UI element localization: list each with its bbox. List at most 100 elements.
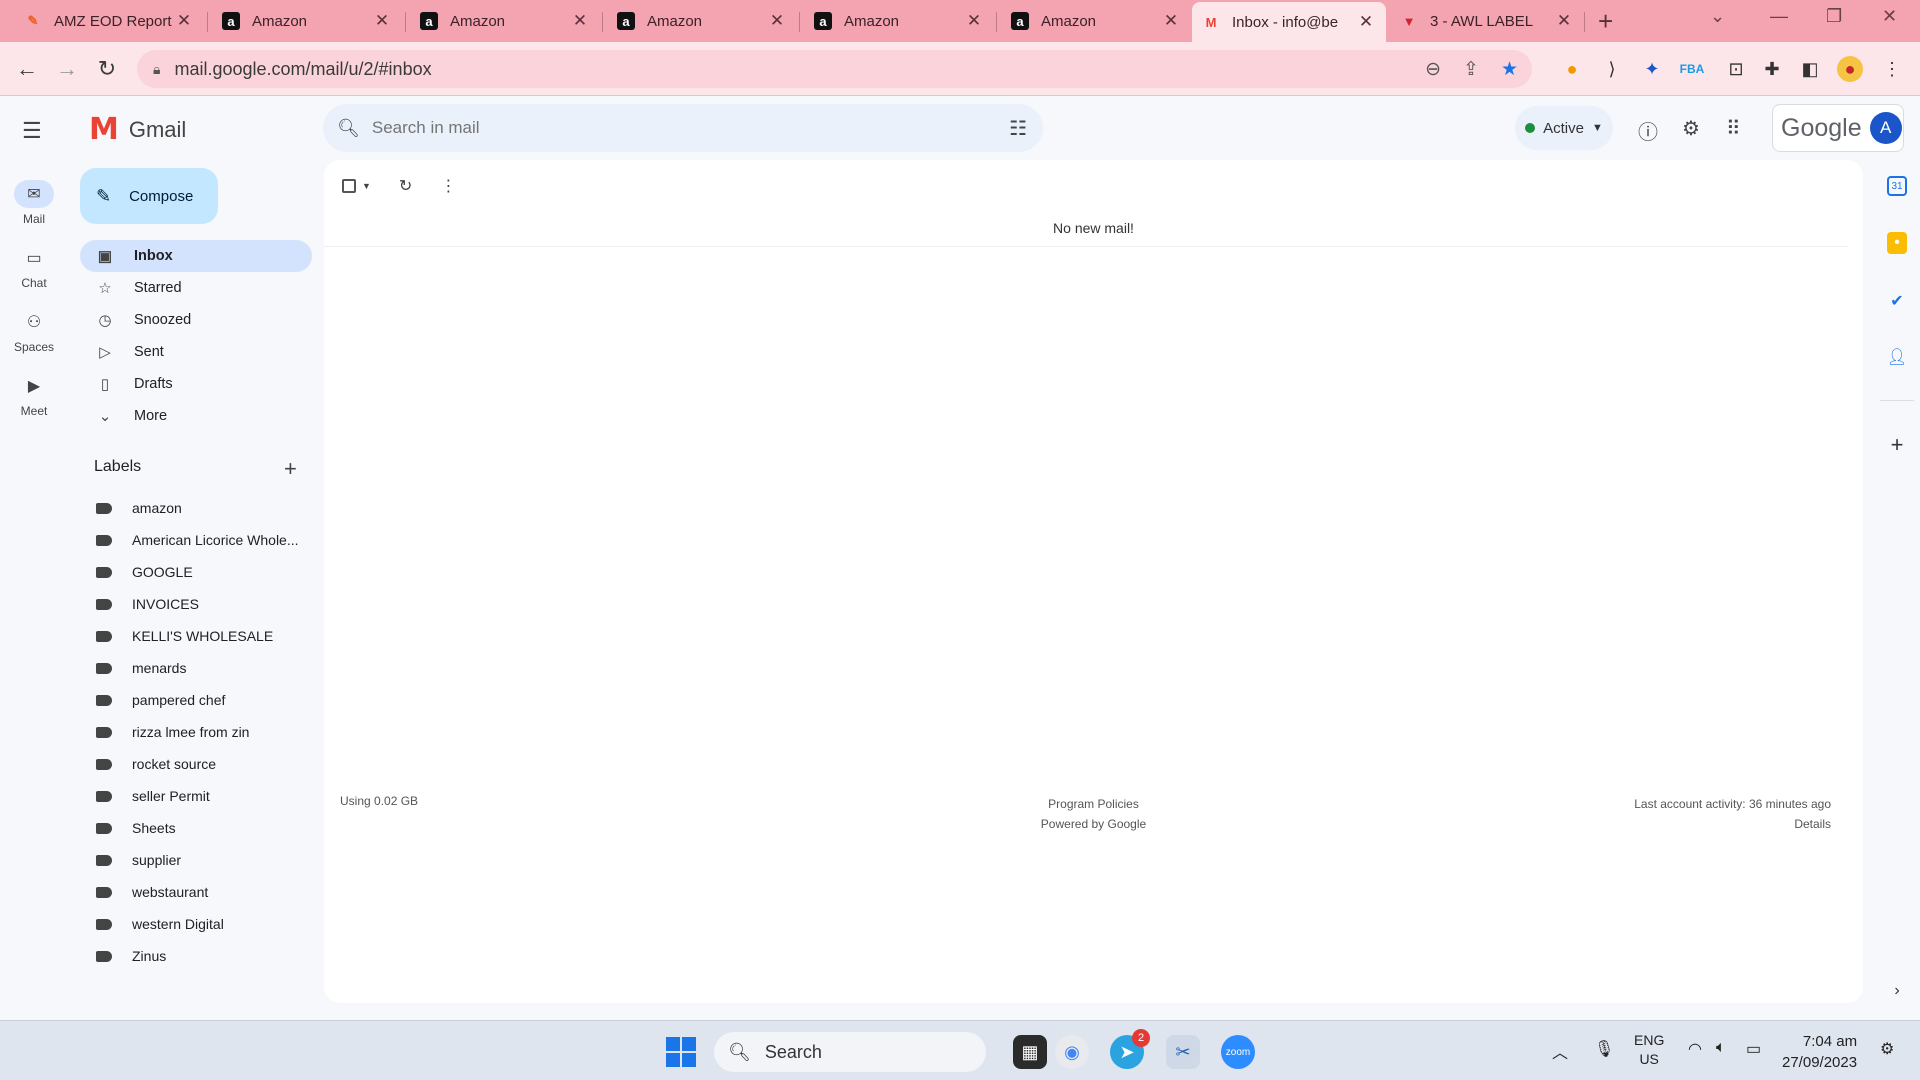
language-indicator[interactable]: ENG US — [1634, 1031, 1664, 1069]
close-tab-icon[interactable]: ✕ — [1356, 12, 1376, 32]
zoom-icon[interactable]: ⊖ — [1425, 58, 1441, 81]
battery-icon[interactable]: ▭ — [1746, 1039, 1761, 1059]
extension-icon[interactable]: ⟩ — [1599, 56, 1625, 82]
rail-mail[interactable]: ✉ Mail — [0, 180, 68, 226]
calendar-icon[interactable]: 31 — [1887, 176, 1907, 196]
windows-start-icon[interactable] — [666, 1037, 696, 1067]
search-options-icon[interactable]: ☷ — [1009, 116, 1027, 141]
label-item[interactable]: American Licorice Whole... — [80, 524, 312, 556]
select-checkbox[interactable]: ▼ — [342, 179, 371, 193]
browser-tab[interactable]: a Amazon ✕ — [804, 4, 994, 38]
close-tab-icon[interactable]: ✕ — [1161, 11, 1181, 31]
label-item[interactable]: rocket source — [80, 748, 312, 780]
nav-item-drafts[interactable]: ▯ Drafts — [80, 368, 312, 400]
search-input[interactable] — [371, 118, 972, 138]
side-panel-icon[interactable]: ◧ — [1797, 56, 1823, 82]
minimize-icon[interactable]: — — [1770, 6, 1788, 27]
contacts-icon[interactable]: 👤︎ — [1884, 344, 1910, 370]
new-tab-button[interactable]: + — [1598, 8, 1613, 34]
add-addon-icon[interactable]: + — [1884, 432, 1910, 458]
label-item[interactable]: pampered chef — [80, 684, 312, 716]
label-item[interactable]: western Digital — [80, 908, 312, 940]
refresh-icon[interactable]: ↻ — [399, 176, 412, 196]
close-tab-icon[interactable]: ✕ — [570, 11, 590, 31]
browser-tab[interactable]: a Amazon ✕ — [607, 4, 797, 38]
nav-item-more[interactable]: ⌄ More — [80, 400, 312, 432]
wifi-icon[interactable]: ◠ — [1688, 1039, 1702, 1059]
browser-tab-active[interactable]: M Inbox - info@be ✕ — [1192, 2, 1386, 42]
help-icon[interactable]: ⓘ — [1638, 116, 1658, 145]
task-view-icon[interactable]: ▦ — [1013, 1035, 1047, 1069]
close-window-icon[interactable]: ✕ — [1882, 6, 1897, 27]
rail-chat[interactable]: ▭ Chat — [0, 244, 68, 290]
label-item[interactable]: KELLI'S WHOLESALE — [80, 620, 312, 652]
browser-tab[interactable]: ✎ AMZ EOD Report ✕ — [14, 4, 204, 38]
kebab-menu-icon[interactable]: ⋮ — [1879, 56, 1905, 82]
close-tab-icon[interactable]: ✕ — [1554, 11, 1574, 31]
label-item[interactable]: supplier — [80, 844, 312, 876]
clock[interactable]: 7:04 am 27/09/2023 — [1782, 1031, 1857, 1073]
apps-grid-icon[interactable]: ⠿ — [1726, 116, 1741, 141]
microphone-icon[interactable]: 🎙︎ — [1594, 1039, 1614, 1059]
telegram-icon[interactable]: ➤ 2 — [1110, 1029, 1150, 1069]
browser-tab[interactable]: ▼ 3 - AWL LABEL ✕ — [1390, 4, 1584, 38]
main-menu-icon[interactable]: ☰ — [22, 118, 42, 144]
label-item[interactable]: Sheets — [80, 812, 312, 844]
nav-item-snoozed[interactable]: ◷ Snoozed — [80, 304, 312, 336]
tray-chevron-up-icon[interactable]: ︿ — [1552, 1039, 1568, 1063]
close-tab-icon[interactable]: ✕ — [372, 11, 392, 31]
browser-tab[interactable]: a Amazon ✕ — [212, 4, 402, 38]
nav-item-starred[interactable]: ☆ Starred — [80, 272, 312, 304]
label-item[interactable]: INVOICES — [80, 588, 312, 620]
taskbar-search[interactable]: 🔍︎ Search — [714, 1032, 986, 1072]
add-label-icon[interactable]: + — [284, 456, 297, 482]
zoom-app-icon[interactable]: zoom — [1221, 1035, 1255, 1069]
back-button[interactable]: ← — [12, 54, 42, 84]
chrome-icon[interactable]: ◉ — [1055, 1035, 1089, 1069]
tab-search-icon[interactable]: ⌄ — [1710, 6, 1725, 27]
extension-off-icon[interactable]: ⊡ — [1723, 56, 1749, 82]
snipping-tool-icon[interactable]: ✂ — [1166, 1035, 1200, 1069]
rail-spaces[interactable]: ⚇ Spaces — [0, 308, 68, 354]
extension-icon[interactable]: ● — [1559, 56, 1585, 82]
nav-item-inbox[interactable]: ▣ Inbox — [80, 240, 312, 272]
profile-icon[interactable]: ● — [1837, 56, 1863, 82]
share-icon[interactable]: ⇪ — [1463, 58, 1479, 81]
browser-tab[interactable]: a Amazon ✕ — [1001, 4, 1191, 38]
search-icon[interactable]: 🔍︎ — [337, 118, 360, 139]
bookmark-star-icon[interactable]: ★ — [1501, 58, 1518, 81]
avatar[interactable]: A — [1869, 112, 1902, 144]
close-tab-icon[interactable]: ✕ — [174, 11, 194, 31]
chevron-right-icon[interactable]: › — [1884, 978, 1910, 1004]
label-item[interactable]: menards — [80, 652, 312, 684]
label-item[interactable]: rizza lmee from zin — [80, 716, 312, 748]
keep-icon[interactable]: • — [1887, 232, 1907, 254]
label-item[interactable]: seller Permit — [80, 780, 312, 812]
rail-meet[interactable]: ▶ Meet — [0, 372, 68, 418]
details-link[interactable]: Details — [1634, 814, 1831, 834]
close-tab-icon[interactable]: ✕ — [767, 11, 787, 31]
gear-icon[interactable]: ⚙ — [1682, 116, 1700, 141]
status-dropdown[interactable]: Active ▼ — [1515, 106, 1613, 150]
gmail-logo[interactable]: M Gmail — [89, 112, 186, 147]
forward-button[interactable]: → — [52, 54, 82, 84]
address-bar[interactable]: 🔒︎ mail.google.com/mail/u/2/#inbox ⊖ ⇪ ★ — [137, 50, 1532, 88]
compose-button[interactable]: ✎ Compose — [80, 168, 218, 224]
label-item[interactable]: webstaurant — [80, 876, 312, 908]
reload-button[interactable]: ↻ — [92, 54, 122, 84]
more-options-icon[interactable]: ⋮ — [440, 176, 456, 196]
account-box[interactable]: Google A — [1772, 104, 1904, 152]
volume-icon[interactable]: 🔈︎ — [1716, 1039, 1726, 1057]
extension-icon[interactable]: ✦ — [1639, 56, 1665, 82]
program-policies-link[interactable]: Program Policies — [324, 794, 1863, 814]
nav-item-sent[interactable]: ▷ Sent — [80, 336, 312, 368]
label-item[interactable]: Zinus — [80, 940, 312, 972]
label-item[interactable]: amazon — [80, 492, 312, 524]
notification-icon[interactable]: ⚙ — [1880, 1039, 1894, 1059]
restore-icon[interactable]: ❐ — [1826, 6, 1842, 27]
tasks-icon[interactable]: ✔ — [1884, 288, 1910, 314]
puzzle-icon[interactable]: ✚ — [1759, 56, 1785, 82]
close-tab-icon[interactable]: ✕ — [964, 11, 984, 31]
fba-extension-icon[interactable]: FBA — [1679, 56, 1705, 82]
label-item[interactable]: GOOGLE — [80, 556, 312, 588]
